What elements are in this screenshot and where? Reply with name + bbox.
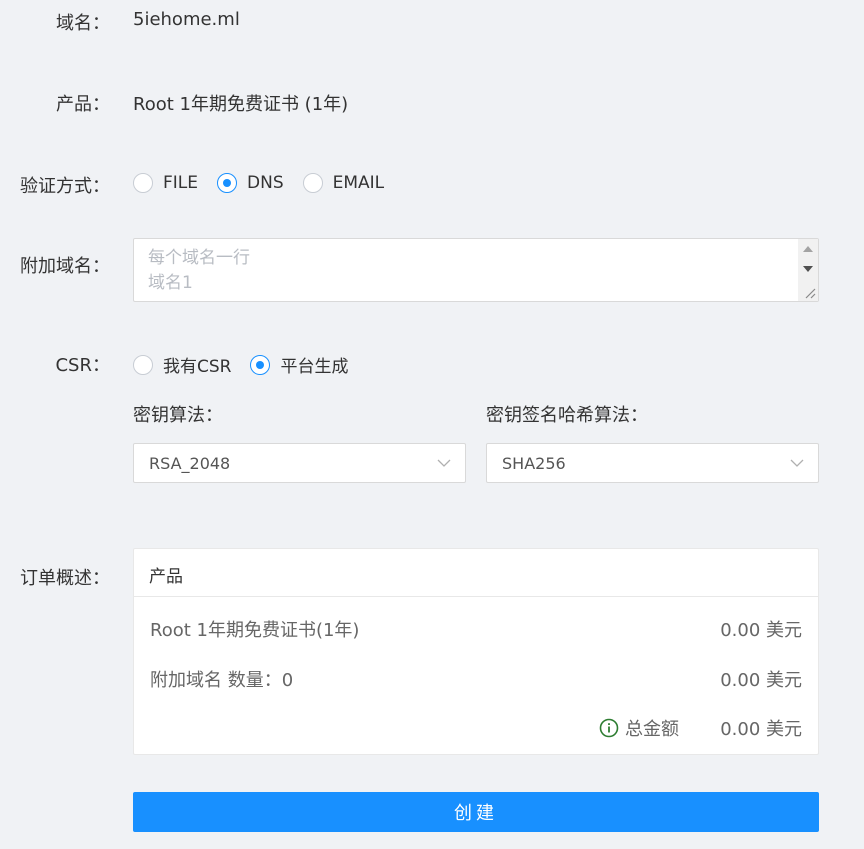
product-value: Root 1年期免费证书 (1年) bbox=[133, 94, 349, 115]
hash-algorithm-value: SHA256 bbox=[502, 454, 566, 473]
scroll-down-arrow-icon[interactable] bbox=[803, 266, 813, 272]
csr-radio-group: 我有CSR 平台生成 bbox=[133, 352, 367, 377]
csr-label: CSR： bbox=[55, 355, 110, 376]
extra-domains-field[interactable] bbox=[133, 238, 819, 302]
verification-radio-group: FILE DNS EMAIL bbox=[133, 173, 403, 193]
order-total-label-group: 总金额 bbox=[599, 715, 679, 741]
chevron-down-icon bbox=[437, 459, 451, 467]
product-label: 产品： bbox=[56, 94, 110, 115]
extra-domains-textarea[interactable] bbox=[134, 239, 798, 301]
radio-dns-circle[interactable] bbox=[217, 173, 238, 193]
order-line-extra-domains-amount: 0.00 美元 bbox=[720, 670, 802, 691]
order-summary-card: 产品 Root 1年期免费证书(1年) 0.00 美元 附加域名 数量：0 0.… bbox=[133, 548, 819, 755]
radio-platform-generate[interactable]: 平台生成 bbox=[250, 352, 348, 377]
radio-email-label[interactable]: EMAIL bbox=[333, 173, 385, 193]
key-algorithm-value: RSA_2048 bbox=[149, 454, 231, 473]
hash-algorithm-select[interactable]: SHA256 bbox=[486, 443, 819, 483]
info-icon[interactable] bbox=[599, 718, 619, 738]
order-line-extra-domains: 附加域名 数量：0 0.00 美元 bbox=[150, 666, 802, 692]
scroll-up-arrow-icon[interactable] bbox=[803, 246, 813, 252]
order-line-extra-domains-label: 附加域名 数量：0 bbox=[150, 670, 294, 691]
order-line-product-label: Root 1年期免费证书(1年) bbox=[150, 620, 360, 641]
radio-file-circle[interactable] bbox=[133, 173, 153, 193]
order-total-amount: 0.00 美元 bbox=[720, 719, 802, 740]
domain-label: 域名： bbox=[56, 13, 110, 34]
chevron-down-icon bbox=[790, 459, 804, 467]
key-algorithm-label: 密钥算法： bbox=[133, 405, 223, 426]
radio-own-csr-label[interactable]: 我有CSR bbox=[163, 352, 231, 377]
order-total-label: 总金额 bbox=[625, 719, 679, 740]
radio-dns[interactable]: DNS bbox=[217, 173, 284, 193]
radio-platform-generate-label[interactable]: 平台生成 bbox=[280, 352, 348, 377]
radio-own-csr-circle[interactable] bbox=[133, 354, 153, 375]
extra-domains-label: 附加域名： bbox=[20, 256, 110, 277]
order-summary-label: 订单概述： bbox=[20, 568, 110, 589]
radio-email-circle[interactable] bbox=[302, 173, 323, 193]
radio-email[interactable]: EMAIL bbox=[302, 173, 385, 193]
resize-grip-icon[interactable] bbox=[802, 285, 816, 299]
radio-file[interactable]: FILE bbox=[133, 173, 198, 193]
domain-value: 5iehome.ml bbox=[133, 9, 240, 30]
order-line-product: Root 1年期免费证书(1年) 0.00 美元 bbox=[150, 616, 802, 642]
hash-algorithm-label: 密钥签名哈希算法： bbox=[486, 405, 648, 426]
radio-own-csr[interactable]: 我有CSR bbox=[133, 352, 231, 377]
radio-dns-label[interactable]: DNS bbox=[247, 173, 284, 193]
verification-label: 验证方式： bbox=[20, 176, 110, 197]
radio-file-label[interactable]: FILE bbox=[163, 173, 198, 193]
order-line-product-amount: 0.00 美元 bbox=[720, 620, 802, 641]
key-algorithm-select[interactable]: RSA_2048 bbox=[133, 443, 466, 483]
order-summary-header: 产品 bbox=[134, 549, 818, 597]
radio-platform-generate-circle[interactable] bbox=[250, 354, 271, 375]
create-button[interactable]: 创建 bbox=[133, 792, 819, 832]
